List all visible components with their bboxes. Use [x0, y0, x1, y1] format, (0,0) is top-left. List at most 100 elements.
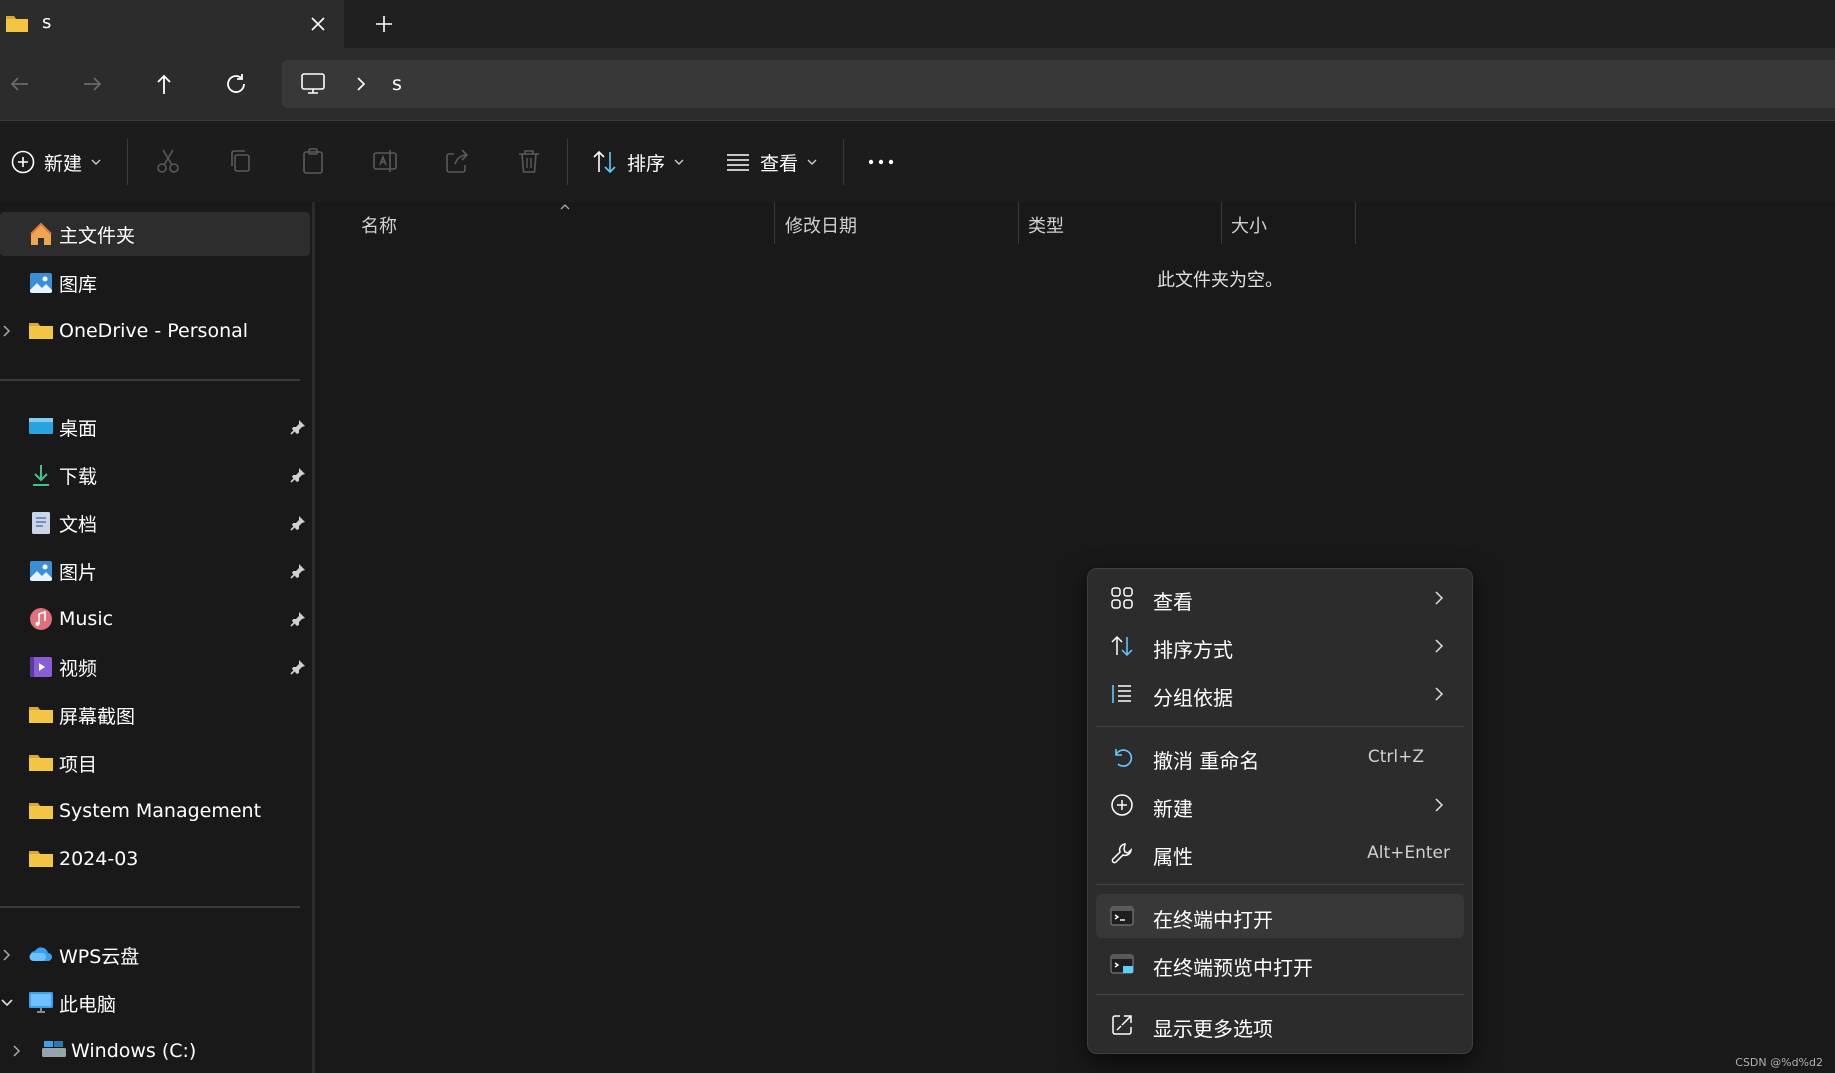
refresh-icon[interactable]	[220, 68, 252, 100]
new-button[interactable]: 新建	[10, 143, 102, 181]
view-button[interactable]: 查看	[724, 143, 818, 181]
menu-item-label: 分组依据	[1153, 686, 1233, 710]
sidebar-item-folder[interactable]: System Management	[0, 789, 310, 833]
sidebar-item-videos[interactable]: 视频	[0, 645, 310, 689]
menu-item-new[interactable]: 新建	[1096, 783, 1464, 827]
pin-icon[interactable]	[289, 466, 307, 484]
chevron-down-icon[interactable]	[0, 996, 14, 1010]
rename-icon[interactable]	[370, 146, 400, 176]
pin-icon[interactable]	[289, 658, 307, 676]
sort-button[interactable]: 排序	[591, 143, 685, 181]
sidebar-item-gallery[interactable]: 图库	[0, 261, 310, 305]
menu-item-sort-by[interactable]: 排序方式	[1096, 624, 1464, 668]
sort-button-label: 排序	[627, 152, 666, 175]
chevron-right-icon	[1432, 797, 1446, 813]
title-bar: s	[0, 0, 1835, 48]
pin-icon[interactable]	[289, 418, 307, 436]
column-divider[interactable]	[1018, 202, 1019, 244]
undo-icon	[1110, 745, 1134, 769]
menu-item-label: 在终端预览中打开	[1153, 956, 1313, 980]
menu-item-undo-rename[interactable]: 撤消 重命名 Ctrl+Z	[1096, 735, 1464, 779]
download-icon	[28, 462, 54, 488]
pin-icon[interactable]	[289, 514, 307, 532]
cut-icon[interactable]	[153, 146, 183, 176]
pin-icon[interactable]	[289, 610, 307, 628]
navigation-pane: 主文件夹 图库 OneDrive - Personal 桌面 下载 文档 图片 …	[0, 202, 315, 1073]
toolbar-divider	[127, 139, 128, 185]
paste-icon[interactable]	[298, 146, 328, 176]
column-header-name[interactable]: 名称	[361, 212, 397, 238]
grid-view-icon	[1110, 586, 1134, 610]
delete-icon[interactable]	[514, 146, 544, 176]
sidebar-item-label: 2024-03	[59, 848, 139, 870]
column-divider[interactable]	[1221, 202, 1222, 244]
column-divider[interactable]	[1355, 202, 1356, 244]
sidebar-item-folder[interactable]: 项目	[0, 741, 310, 785]
back-arrow-icon[interactable]	[4, 68, 36, 100]
sidebar-item-home[interactable]: 主文件夹	[0, 212, 310, 256]
sidebar-item-documents[interactable]: 文档	[0, 501, 310, 545]
sidebar-item-label: Music	[59, 608, 114, 630]
sidebar-item-desktop[interactable]: 桌面	[0, 405, 310, 449]
chevron-right-icon[interactable]	[0, 948, 14, 962]
menu-item-label: 排序方式	[1153, 638, 1233, 662]
sidebar-item-drive-c[interactable]: Windows (C:)	[0, 1029, 310, 1073]
address-bar[interactable]: s	[282, 60, 1835, 108]
document-icon	[28, 510, 54, 536]
file-list[interactable]: 名称 修改日期 类型 大小 此文件夹为空。	[315, 202, 1835, 1073]
watermark-text: CSDN @%d%d2	[1735, 1056, 1823, 1069]
chevron-down-icon	[806, 157, 818, 167]
pin-icon[interactable]	[289, 562, 307, 580]
toolbar-divider	[843, 139, 844, 185]
sidebar-item-label: OneDrive - Personal	[59, 320, 249, 342]
sidebar-item-label: Windows (C:)	[71, 1040, 197, 1062]
sidebar-item-label: 此电脑	[59, 993, 117, 1016]
folder-icon	[5, 12, 29, 34]
column-header-type[interactable]: 类型	[1028, 212, 1064, 238]
keyboard-shortcut: Alt+Enter	[1367, 843, 1450, 863]
sidebar-item-folder[interactable]: 2024-03	[0, 837, 310, 881]
sidebar-item-downloads[interactable]: 下载	[0, 453, 310, 497]
navigation-bar: s	[0, 48, 1835, 120]
sidebar-item-label: 图库	[59, 273, 98, 296]
tab-active[interactable]: s	[0, 0, 344, 48]
menu-item-group-by[interactable]: 分组依据	[1096, 672, 1464, 716]
menu-item-view[interactable]: 查看	[1096, 576, 1464, 620]
chevron-right-icon[interactable]	[10, 1044, 24, 1058]
sidebar-item-onedrive[interactable]: OneDrive - Personal	[0, 309, 310, 353]
close-icon[interactable]	[306, 12, 330, 36]
breadcrumb[interactable]: s	[392, 73, 402, 95]
sidebar-item-pictures[interactable]: 图片	[0, 549, 310, 593]
sort-icon	[1110, 634, 1134, 658]
share-icon[interactable]	[442, 146, 472, 176]
new-button-label: 新建	[44, 152, 83, 175]
column-header-date[interactable]: 修改日期	[785, 212, 857, 238]
chevron-right-icon	[1432, 686, 1446, 702]
column-header-size[interactable]: 大小	[1231, 212, 1267, 238]
more-options-icon[interactable]	[866, 146, 896, 176]
sidebar-item-music[interactable]: Music	[0, 597, 310, 641]
menu-item-show-more-options[interactable]: 显示更多选项	[1096, 1003, 1464, 1047]
folder-icon	[28, 798, 54, 824]
add-circle-icon	[1110, 793, 1134, 817]
sidebar-item-folder[interactable]: 屏幕截图	[0, 693, 310, 737]
sidebar-item-label: 文档	[59, 513, 98, 536]
menu-item-open-in-terminal-preview[interactable]: 在终端预览中打开	[1096, 942, 1464, 986]
menu-item-label: 查看	[1153, 590, 1193, 614]
new-tab-icon[interactable]	[372, 12, 396, 36]
chevron-right-icon[interactable]	[0, 324, 14, 338]
sidebar-divider	[0, 906, 300, 908]
cloud-icon	[28, 942, 54, 968]
sidebar-item-label: System Management	[59, 800, 262, 822]
up-arrow-icon[interactable]	[148, 68, 180, 100]
menu-item-properties[interactable]: 属性 Alt+Enter	[1096, 831, 1464, 875]
chevron-right-icon[interactable]	[354, 76, 368, 92]
column-divider[interactable]	[774, 202, 775, 244]
forward-arrow-icon[interactable]	[76, 68, 108, 100]
sidebar-item-wps-cloud[interactable]: WPS云盘	[0, 933, 310, 977]
menu-divider	[1096, 994, 1464, 995]
chevron-right-icon	[1432, 590, 1446, 606]
sidebar-item-this-pc[interactable]: 此电脑	[0, 981, 310, 1025]
copy-icon[interactable]	[226, 146, 256, 176]
menu-item-open-in-terminal[interactable]: 在终端中打开	[1096, 894, 1464, 938]
